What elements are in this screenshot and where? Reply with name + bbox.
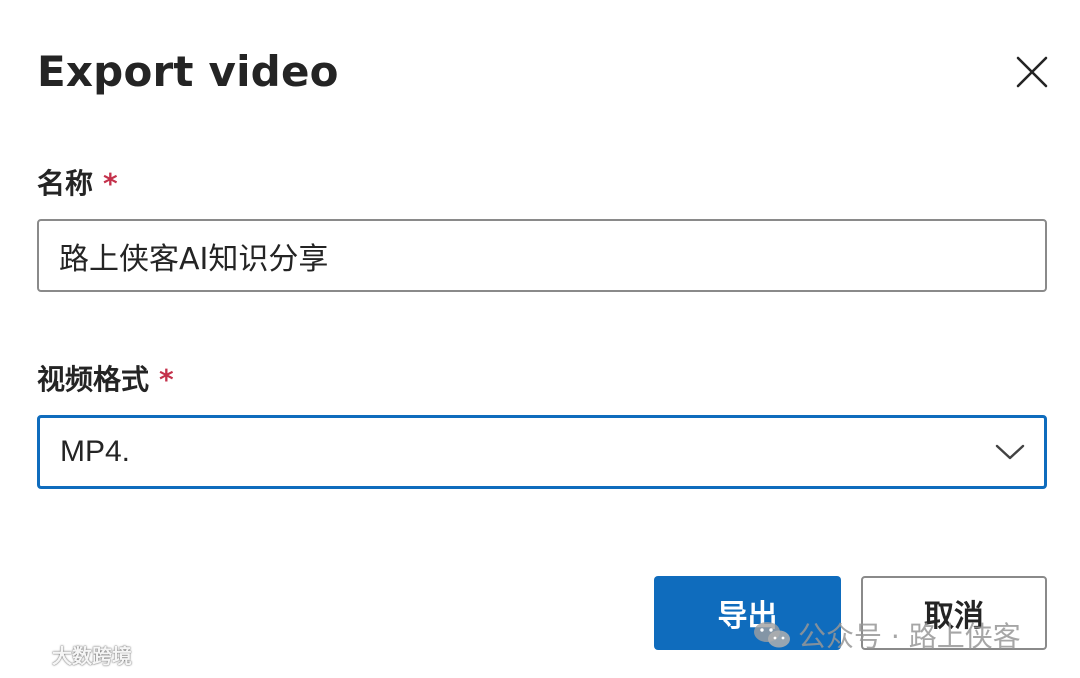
format-required-mark: * bbox=[159, 363, 174, 396]
format-label-text: 视频格式 bbox=[37, 363, 150, 396]
watermark-left-text: 大数跨境 bbox=[52, 644, 132, 668]
chevron-down-icon bbox=[994, 436, 1026, 468]
name-field-label: 名称 * bbox=[37, 166, 118, 202]
export-video-dialog: Export video 名称* 视频格式* MP4. 导出 取消 大 bbox=[0, 0, 1080, 678]
format-field-label: 视频格式 * bbox=[37, 362, 174, 398]
name-required-mark: * bbox=[103, 167, 118, 200]
name-label-text: 名称 bbox=[37, 167, 94, 200]
watermark-left: 大数跨境 bbox=[8, 640, 132, 669]
close-button[interactable] bbox=[1010, 50, 1054, 94]
name-input[interactable] bbox=[37, 219, 1047, 292]
cancel-button[interactable]: 取消 bbox=[861, 576, 1047, 650]
video-format-select[interactable]: MP4. bbox=[37, 415, 1047, 489]
video-format-value: MP4. bbox=[60, 435, 131, 468]
brand-logo-icon bbox=[8, 642, 46, 668]
close-icon bbox=[1016, 56, 1048, 88]
dialog-title: Export video bbox=[37, 47, 339, 96]
export-button[interactable]: 导出 bbox=[654, 576, 841, 650]
